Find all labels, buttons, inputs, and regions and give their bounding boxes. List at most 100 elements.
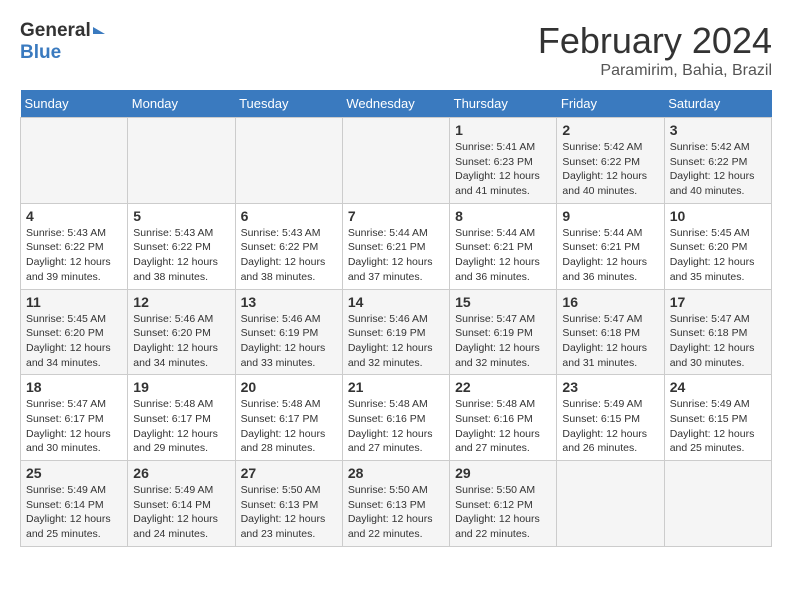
page-subtitle: Paramirim, Bahia, Brazil [538,62,772,80]
day-info: Sunrise: 5:41 AM Sunset: 6:23 PM Dayligh… [455,140,551,199]
day-info: Sunrise: 5:49 AM Sunset: 6:14 PM Dayligh… [26,483,122,542]
calendar-cell: 4 Sunrise: 5:43 AM Sunset: 6:22 PM Daylig… [21,203,128,289]
calendar-week-4: 18 Sunrise: 5:47 AM Sunset: 6:17 PM Dayli… [21,375,772,461]
day-info: Sunrise: 5:42 AM Sunset: 6:22 PM Dayligh… [670,140,766,199]
day-number: 5 [133,208,229,224]
day-info: Sunrise: 5:47 AM Sunset: 6:18 PM Dayligh… [562,312,658,371]
calendar-cell: 18 Sunrise: 5:47 AM Sunset: 6:17 PM Dayli… [21,375,128,461]
day-number: 1 [455,122,551,138]
calendar-cell: 23Sunrise: 5:49 AM Sunset: 6:15 PM Dayli… [557,375,664,461]
calendar-cell: 7 Sunrise: 5:44 AM Sunset: 6:21 PM Daylig… [342,203,449,289]
day-info: Sunrise: 5:48 AM Sunset: 6:16 PM Dayligh… [348,397,444,456]
calendar-cell: 24 Sunrise: 5:49 AM Sunset: 6:15 PM Dayli… [664,375,771,461]
day-info: Sunrise: 5:49 AM Sunset: 6:15 PM Dayligh… [562,397,658,456]
page-title: February 2024 [538,20,772,62]
calendar-week-5: 25 Sunrise: 5:49 AM Sunset: 6:14 PM Dayli… [21,461,772,547]
logo: General Blue [20,20,105,64]
weekday-header-monday: Monday [128,90,235,118]
day-info: Sunrise: 5:43 AM Sunset: 6:22 PM Dayligh… [133,226,229,285]
day-info: Sunrise: 5:50 AM Sunset: 6:12 PM Dayligh… [455,483,551,542]
calendar-week-2: 4 Sunrise: 5:43 AM Sunset: 6:22 PM Daylig… [21,203,772,289]
day-number: 28 [348,465,444,481]
day-number: 26 [133,465,229,481]
calendar-cell: 1 Sunrise: 5:41 AM Sunset: 6:23 PM Daylig… [450,118,557,204]
calendar-table: SundayMondayTuesdayWednesdayThursdayFrid… [20,90,772,547]
weekday-header-wednesday: Wednesday [342,90,449,118]
day-number: 7 [348,208,444,224]
day-number: 25 [26,465,122,481]
calendar-cell: 19 Sunrise: 5:48 AM Sunset: 6:17 PM Dayli… [128,375,235,461]
page-header: General Blue February 2024 Paramirim, Ba… [20,20,772,80]
day-info: Sunrise: 5:46 AM Sunset: 6:19 PM Dayligh… [348,312,444,371]
calendar-cell: 17 Sunrise: 5:47 AM Sunset: 6:18 PM Dayli… [664,289,771,375]
calendar-body: 1 Sunrise: 5:41 AM Sunset: 6:23 PM Daylig… [21,118,772,547]
calendar-cell: 26 Sunrise: 5:49 AM Sunset: 6:14 PM Dayli… [128,461,235,547]
day-number: 8 [455,208,551,224]
calendar-cell [128,118,235,204]
day-info: Sunrise: 5:50 AM Sunset: 6:13 PM Dayligh… [348,483,444,542]
day-info: Sunrise: 5:45 AM Sunset: 6:20 PM Dayligh… [670,226,766,285]
weekday-header-thursday: Thursday [450,90,557,118]
day-number: 6 [241,208,337,224]
day-info: Sunrise: 5:49 AM Sunset: 6:15 PM Dayligh… [670,397,766,456]
day-info: Sunrise: 5:44 AM Sunset: 6:21 PM Dayligh… [348,226,444,285]
day-number: 18 [26,379,122,395]
day-info: Sunrise: 5:46 AM Sunset: 6:19 PM Dayligh… [241,312,337,371]
day-number: 17 [670,294,766,310]
day-info: Sunrise: 5:48 AM Sunset: 6:17 PM Dayligh… [241,397,337,456]
day-number: 14 [348,294,444,310]
calendar-cell [557,461,664,547]
calendar-cell: 5 Sunrise: 5:43 AM Sunset: 6:22 PM Daylig… [128,203,235,289]
day-number: 12 [133,294,229,310]
day-info: Sunrise: 5:47 AM Sunset: 6:18 PM Dayligh… [670,312,766,371]
logo-wrapper: General Blue [20,20,105,64]
calendar-cell: 29 Sunrise: 5:50 AM Sunset: 6:12 PM Dayli… [450,461,557,547]
day-number: 29 [455,465,551,481]
calendar-cell: 6 Sunrise: 5:43 AM Sunset: 6:22 PM Daylig… [235,203,342,289]
weekday-header-saturday: Saturday [664,90,771,118]
day-info: Sunrise: 5:43 AM Sunset: 6:22 PM Dayligh… [26,226,122,285]
day-number: 13 [241,294,337,310]
day-number: 20 [241,379,337,395]
calendar-cell: 2 Sunrise: 5:42 AM Sunset: 6:22 PM Daylig… [557,118,664,204]
day-number: 24 [670,379,766,395]
calendar-cell: 15Sunrise: 5:47 AM Sunset: 6:19 PM Dayli… [450,289,557,375]
day-number: 19 [133,379,229,395]
day-number: 9 [562,208,658,224]
calendar-header: SundayMondayTuesdayWednesdayThursdayFrid… [21,90,772,118]
day-info: Sunrise: 5:43 AM Sunset: 6:22 PM Dayligh… [241,226,337,285]
day-info: Sunrise: 5:45 AM Sunset: 6:20 PM Dayligh… [26,312,122,371]
calendar-cell: 9Sunrise: 5:44 AM Sunset: 6:21 PM Daylig… [557,203,664,289]
day-info: Sunrise: 5:42 AM Sunset: 6:22 PM Dayligh… [562,140,658,199]
calendar-cell: 13 Sunrise: 5:46 AM Sunset: 6:19 PM Dayli… [235,289,342,375]
day-info: Sunrise: 5:46 AM Sunset: 6:20 PM Dayligh… [133,312,229,371]
calendar-cell: 21Sunrise: 5:48 AM Sunset: 6:16 PM Dayli… [342,375,449,461]
logo-blue-text: Blue [20,42,61,64]
day-number: 16 [562,294,658,310]
calendar-cell: 25 Sunrise: 5:49 AM Sunset: 6:14 PM Dayli… [21,461,128,547]
calendar-cell [235,118,342,204]
day-number: 2 [562,122,658,138]
calendar-cell: 28 Sunrise: 5:50 AM Sunset: 6:13 PM Dayli… [342,461,449,547]
calendar-cell [21,118,128,204]
calendar-cell: 3Sunrise: 5:42 AM Sunset: 6:22 PM Daylig… [664,118,771,204]
calendar-cell: 12 Sunrise: 5:46 AM Sunset: 6:20 PM Dayli… [128,289,235,375]
day-info: Sunrise: 5:49 AM Sunset: 6:14 PM Dayligh… [133,483,229,542]
day-info: Sunrise: 5:48 AM Sunset: 6:16 PM Dayligh… [455,397,551,456]
weekday-header-sunday: Sunday [21,90,128,118]
day-number: 4 [26,208,122,224]
weekday-row: SundayMondayTuesdayWednesdayThursdayFrid… [21,90,772,118]
calendar-week-3: 11 Sunrise: 5:45 AM Sunset: 6:20 PM Dayli… [21,289,772,375]
calendar-cell [342,118,449,204]
calendar-cell: 20 Sunrise: 5:48 AM Sunset: 6:17 PM Dayli… [235,375,342,461]
day-info: Sunrise: 5:50 AM Sunset: 6:13 PM Dayligh… [241,483,337,542]
day-info: Sunrise: 5:47 AM Sunset: 6:17 PM Dayligh… [26,397,122,456]
logo-general-text: General [20,20,105,42]
day-number: 11 [26,294,122,310]
calendar-cell [664,461,771,547]
weekday-header-friday: Friday [557,90,664,118]
title-block: February 2024 Paramirim, Bahia, Brazil [538,20,772,80]
day-info: Sunrise: 5:48 AM Sunset: 6:17 PM Dayligh… [133,397,229,456]
calendar-week-1: 1 Sunrise: 5:41 AM Sunset: 6:23 PM Daylig… [21,118,772,204]
calendar-cell: 16 Sunrise: 5:47 AM Sunset: 6:18 PM Dayli… [557,289,664,375]
